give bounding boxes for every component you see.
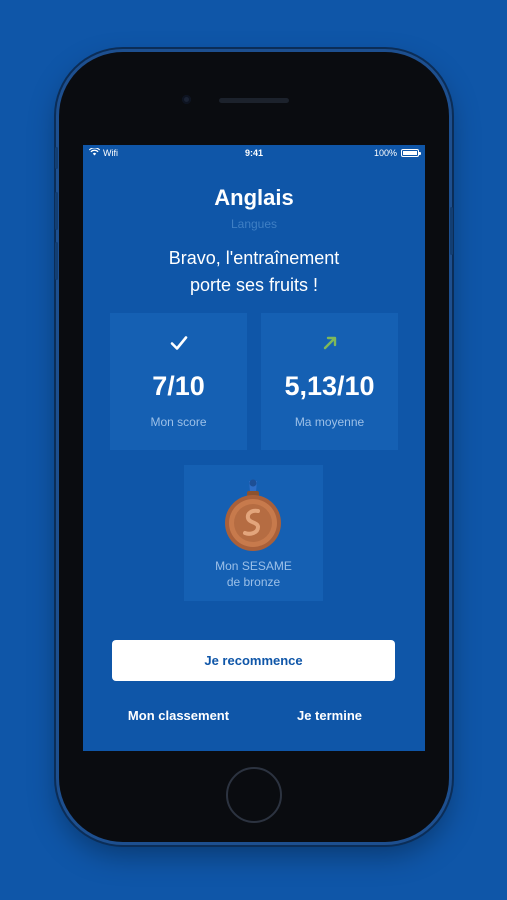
congrats-line-1: Bravo, l'entraînement: [168, 248, 340, 268]
medal-card: Mon SESAME de bronze: [184, 465, 323, 601]
average-card: 5,13/10 Ma moyenne: [261, 313, 398, 450]
app-screen: Wifi 9:41 100% Anglais Langues Bravo, l'…: [83, 145, 425, 751]
congrats-message: Bravo, l'entraînement porte ses fruits !: [123, 245, 385, 299]
home-button[interactable]: [226, 767, 282, 823]
medal-label-line-2: de bronze: [226, 575, 281, 589]
medal-label: Mon SESAME de bronze: [184, 558, 323, 590]
phone-volume-up: [55, 192, 58, 230]
finish-button[interactable]: Je termine: [261, 698, 398, 732]
score-card: 7/10 Mon score: [110, 313, 247, 450]
subject-title: Anglais: [214, 185, 294, 210]
front-camera: [182, 95, 191, 104]
subject-category: Langues: [230, 217, 278, 231]
phone-side-button: [55, 147, 58, 169]
score-label: Mon score: [150, 415, 207, 429]
battery-icon: [401, 149, 421, 157]
status-right: 100%: [373, 148, 421, 158]
earpiece-speaker: [219, 98, 289, 103]
restart-button[interactable]: Je recommence: [112, 640, 395, 681]
bronze-medal-icon: [223, 479, 283, 551]
check-icon: [110, 335, 247, 353]
status-bar: Wifi 9:41 100%: [83, 145, 425, 163]
score-value: 7/10: [152, 371, 205, 401]
medal-label-line-1: Mon SESAME: [215, 559, 292, 573]
congrats-line-2: porte ses fruits !: [189, 275, 319, 295]
ranking-button[interactable]: Mon classement: [110, 698, 247, 732]
phone-power-button: [450, 207, 453, 255]
average-value: 5,13/10: [284, 371, 375, 401]
arrow-up-right-icon: [261, 335, 398, 353]
battery-percent: 100%: [373, 148, 397, 158]
phone-volume-down: [55, 242, 58, 280]
average-label: Ma moyenne: [294, 415, 365, 429]
